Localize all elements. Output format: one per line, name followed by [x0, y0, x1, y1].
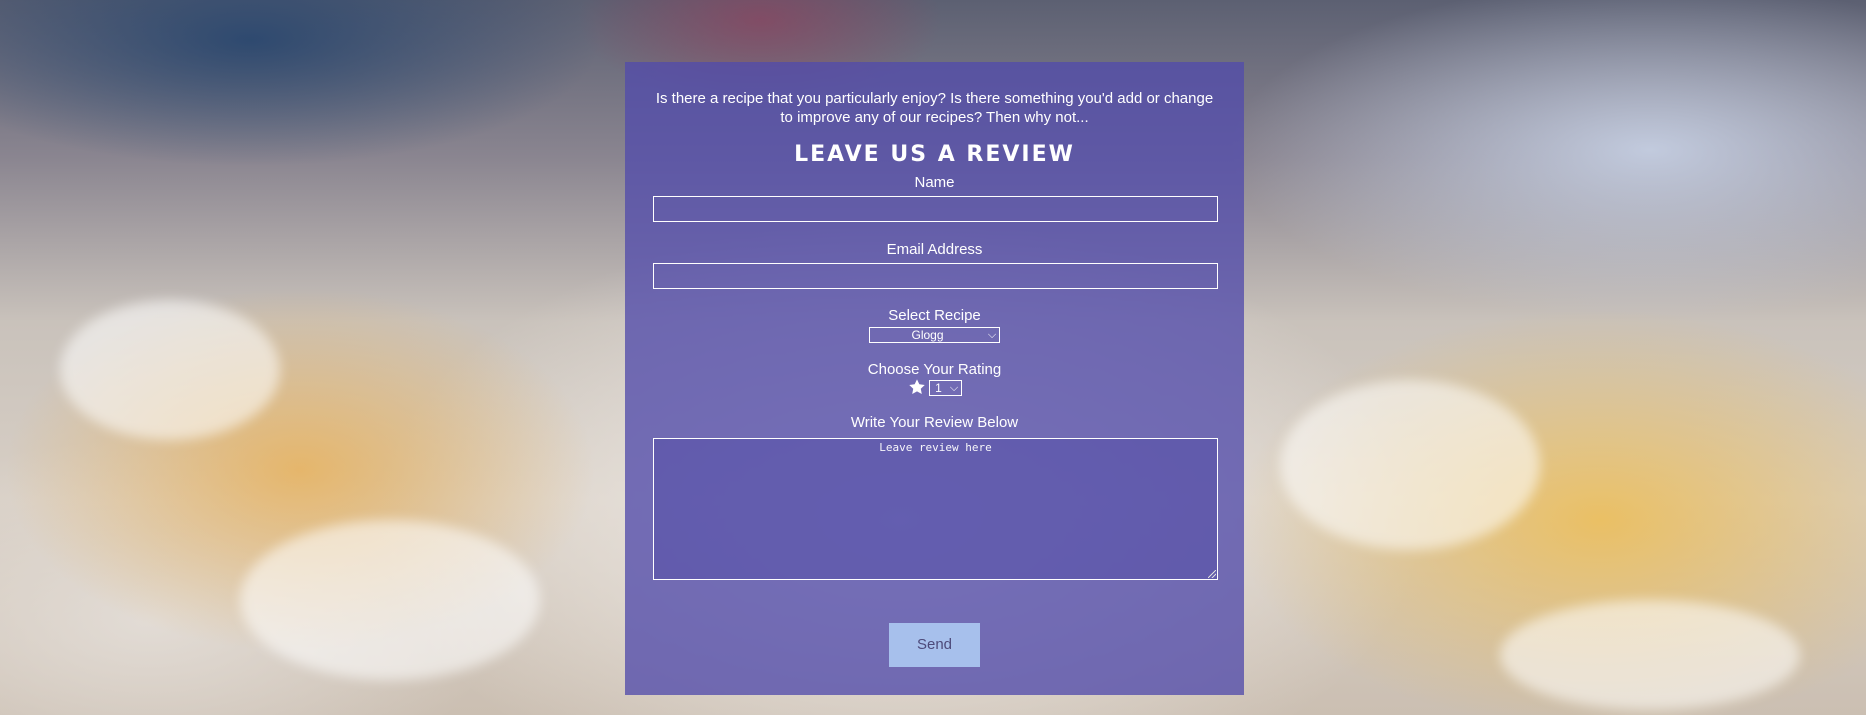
- star-icon: [909, 379, 925, 395]
- resize-handle-icon[interactable]: [1208, 570, 1216, 578]
- background-speck: [1500, 600, 1800, 710]
- background-speck: [240, 520, 540, 680]
- review-textarea[interactable]: Leave review here: [653, 438, 1218, 580]
- background-speck: [1280, 380, 1540, 550]
- send-button[interactable]: Send: [889, 623, 980, 667]
- name-field[interactable]: [653, 196, 1218, 222]
- review-form-panel: Is there a recipe that you particularly …: [625, 62, 1244, 695]
- name-label: Name: [914, 174, 955, 191]
- rating-label: Choose Your Rating: [867, 361, 1002, 378]
- chevron-down-icon: ⌵: [987, 329, 997, 341]
- intro-text: Is there a recipe that you particularly …: [655, 90, 1214, 126]
- review-label: Write Your Review Below: [850, 414, 1019, 431]
- select-recipe-label: Select Recipe: [888, 307, 981, 324]
- rating-select-value: 1: [935, 381, 942, 395]
- rating-select[interactable]: 1 ⌵: [929, 380, 962, 396]
- chevron-down-icon: ⌵: [949, 382, 959, 394]
- recipe-select[interactable]: Glogg ⌵: [869, 327, 1000, 343]
- form-heading: Leave us a review: [794, 142, 1075, 167]
- background-image: [60, 300, 280, 440]
- review-placeholder: Leave review here: [879, 441, 992, 454]
- recipe-select-value: Glogg: [911, 328, 944, 342]
- email-field[interactable]: [653, 263, 1218, 289]
- email-label: Email Address: [886, 241, 983, 258]
